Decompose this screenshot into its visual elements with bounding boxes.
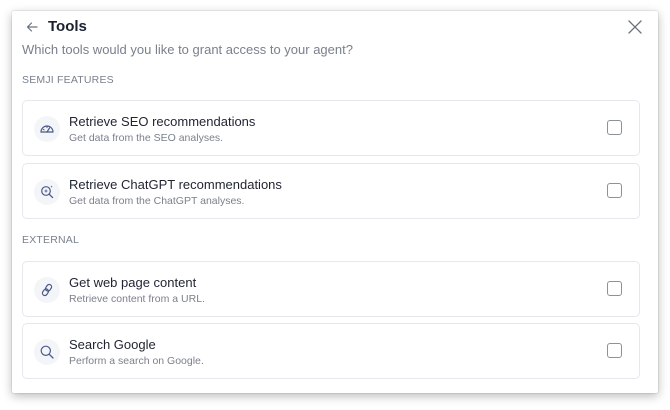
dialog-title: Tools [48, 18, 87, 35]
tool-description: Perform a search on Google. [69, 355, 204, 367]
tool-card-get-web-page[interactable]: Get web page content Retrieve content fr… [22, 261, 640, 317]
tool-title: Retrieve SEO recommendations [69, 114, 256, 129]
tool-card-retrieve-seo[interactable]: Retrieve SEO recommendations Get data fr… [22, 100, 640, 156]
tool-description: Retrieve content from a URL. [69, 293, 205, 305]
tool-title: Get web page content [69, 275, 197, 290]
close-icon [628, 20, 642, 34]
search-icon [34, 339, 60, 365]
tool-checkbox-retrieve-chatgpt[interactable] [607, 183, 622, 198]
dialog-header: Tools [12, 11, 658, 43]
tool-description: Get data from the ChatGPT analyses. [69, 195, 245, 207]
gauge-icon [34, 116, 60, 142]
tool-description: Get data from the SEO analyses. [69, 132, 224, 144]
tool-card-search-google[interactable]: Search Google Perform a search on Google… [22, 323, 640, 379]
tool-card-retrieve-chatgpt[interactable]: Retrieve ChatGPT recommendations Get dat… [22, 163, 640, 219]
tool-title: Retrieve ChatGPT recommendations [69, 177, 282, 192]
arrow-left-icon [26, 22, 38, 32]
close-button[interactable] [626, 18, 644, 36]
section-label-semji-features: SEMJI FEATURES [22, 74, 114, 86]
back-button[interactable] [24, 19, 40, 35]
sparkle-search-icon [34, 179, 60, 205]
tools-dialog: Tools Which tools would you like to gran… [12, 11, 658, 393]
tool-checkbox-retrieve-seo[interactable] [607, 120, 622, 135]
tool-checkbox-search-google[interactable] [607, 343, 622, 358]
dialog-subtitle: Which tools would you like to grant acce… [22, 42, 353, 57]
tool-title: Search Google [69, 337, 156, 352]
tool-checkbox-get-web-page[interactable] [607, 281, 622, 296]
link-icon [34, 277, 60, 303]
section-label-external: EXTERNAL [22, 234, 80, 246]
